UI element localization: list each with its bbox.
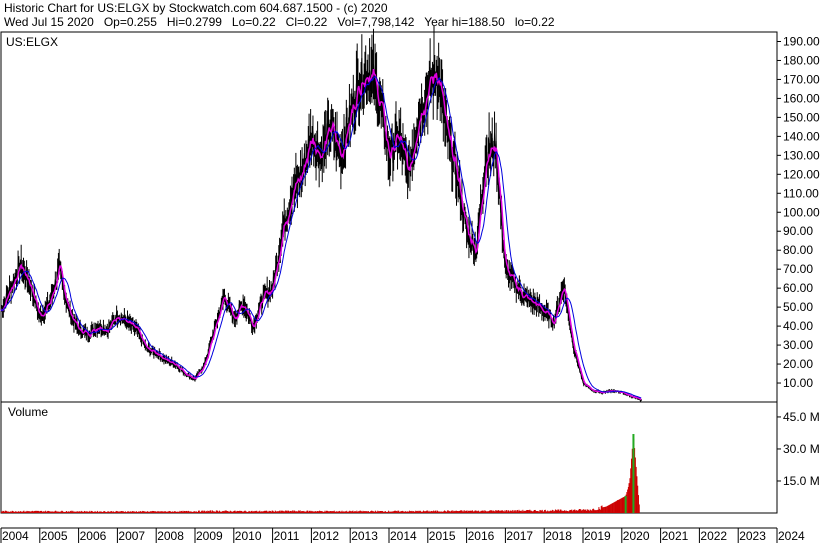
price-y-tick-label: 130.00 — [783, 148, 820, 162]
x-tick-label: 2015 — [429, 529, 456, 543]
volume-bar — [632, 434, 635, 513]
price-y-tick-label: 90.00 — [783, 224, 813, 238]
x-tick-label: 2014 — [390, 529, 417, 543]
price-y-tick-label: 110.00 — [783, 186, 819, 200]
price-y-tick-label: 20.00 — [783, 357, 813, 371]
price-y-tick-label: 120.00 — [783, 167, 820, 181]
x-tick-label: 2008 — [157, 529, 184, 543]
x-axis: 2004 2005 2006 2007 2008 2009 2010 2011 2012 2013… — [0, 528, 805, 543]
volume-panel-title: Volume — [8, 405, 48, 419]
x-tick-label: 2004 — [2, 529, 29, 543]
x-tick-label: 2012 — [312, 529, 339, 543]
x-tick-label: 2006 — [80, 529, 107, 543]
price-y-tick-label: 10.00 — [783, 376, 813, 390]
x-tick-label: 2018 — [545, 529, 572, 543]
price-panel-title: US:ELGX — [6, 35, 58, 49]
price-panel-frame — [0, 31, 778, 403]
volume-bar — [624, 495, 627, 513]
x-tick-label: 2023 — [739, 529, 766, 543]
price-y-tick-label: 30.00 — [783, 338, 813, 352]
x-tick-label: 2011 — [274, 529, 300, 543]
moving-average-short — [0, 68, 642, 401]
volume-panel-frame — [0, 401, 778, 514]
volume-y-tick-label: 45.0 M — [783, 410, 820, 424]
price-y-tick-label: 180.00 — [783, 53, 820, 67]
volume-y-tick-label: 30.0 M — [783, 442, 820, 456]
price-y-tick-label: 40.00 — [783, 319, 813, 333]
price-y-tick-label: 170.00 — [783, 72, 820, 86]
x-tick-label: 2016 — [468, 529, 495, 543]
price-y-axis: 10.00 20.00 30.00 40.00 50.00 60.00 70.00 80.00… — [777, 34, 820, 390]
x-tick-label: 2019 — [584, 529, 611, 543]
volume-y-axis: 15.0 M 30.0 M 45.0 M — [777, 410, 820, 488]
x-tick-label: 2024 — [778, 529, 805, 543]
price-y-tick-label: 60.00 — [783, 281, 813, 295]
x-tick-label: 2020 — [623, 529, 650, 543]
x-tick-label: 2013 — [351, 529, 378, 543]
x-tick-label: 2005 — [41, 529, 68, 543]
volume-bar — [628, 483, 631, 513]
price-y-tick-label: 190.00 — [783, 34, 820, 48]
price-y-tick-label: 100.00 — [783, 205, 820, 219]
price-y-tick-label: 150.00 — [783, 110, 820, 124]
volume-bar — [616, 500, 619, 513]
price-bars — [0, 25, 642, 402]
x-tick-label: 2017 — [506, 529, 533, 543]
x-tick-label: 2009 — [196, 529, 223, 543]
x-tick-label: 2022 — [700, 529, 727, 543]
price-y-tick-label: 50.00 — [783, 300, 813, 314]
price-y-tick-label: 80.00 — [783, 243, 813, 257]
x-tick-label: 2007 — [118, 529, 145, 543]
price-y-tick-label: 160.00 — [783, 91, 820, 105]
volume-bars — [0, 434, 640, 513]
x-tick-label: 2010 — [235, 529, 262, 543]
stock-chart: US:ELGX Volume 10.00 20.00 30.00 40.00 50.00… — [0, 25, 820, 543]
volume-y-tick-label: 15.0 M — [783, 474, 820, 488]
price-y-tick-label: 140.00 — [783, 129, 820, 143]
moving-average-long — [0, 75, 642, 399]
price-y-tick-label: 70.00 — [783, 262, 813, 276]
x-tick-label: 2021 — [662, 529, 689, 543]
price-line — [0, 58, 642, 401]
